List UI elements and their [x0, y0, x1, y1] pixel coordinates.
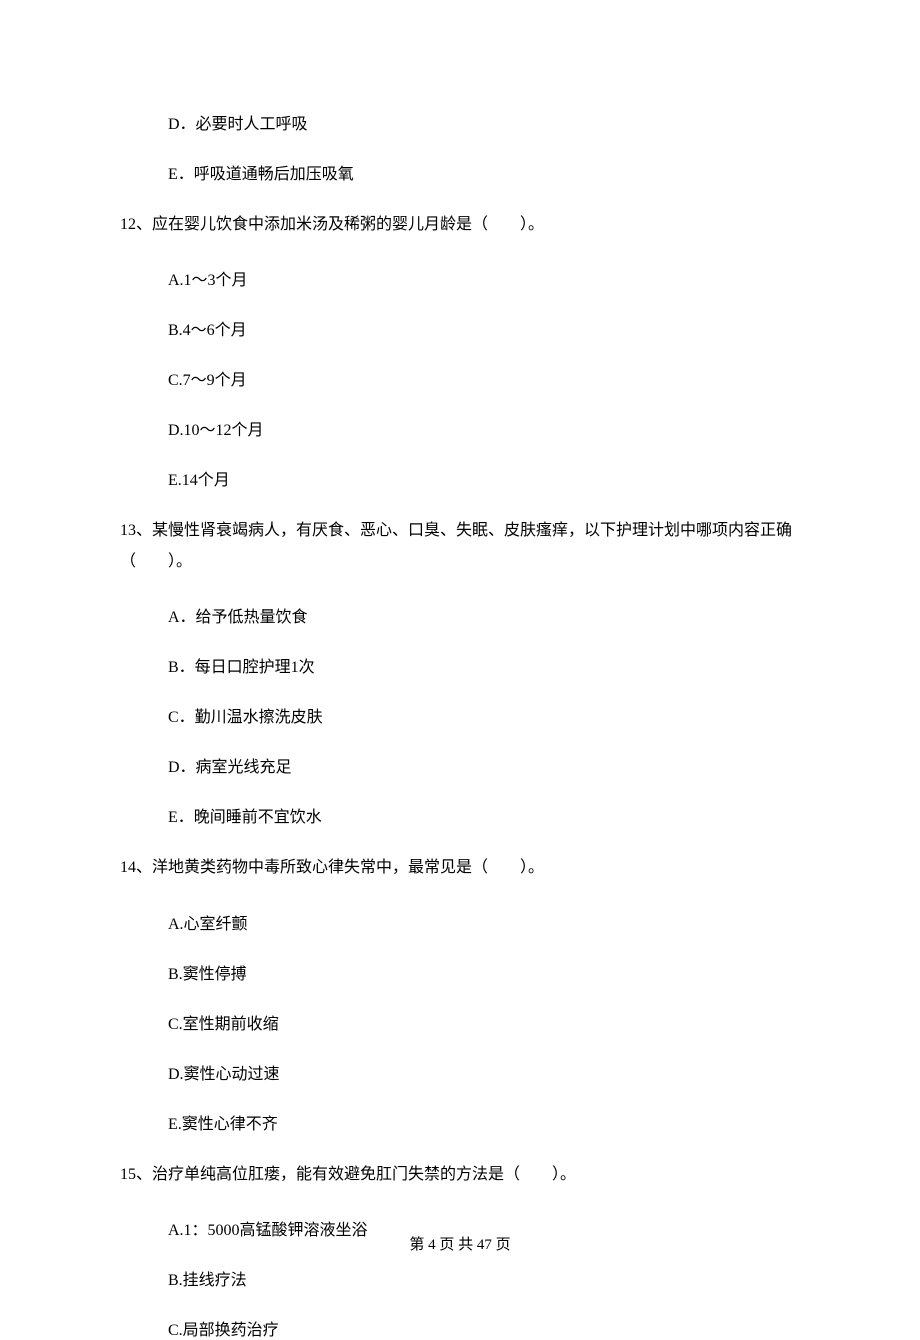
option-text: C．勤川温水擦洗皮肤	[120, 703, 800, 727]
option-text: C.7～9个月	[120, 366, 800, 390]
option-text: E.窦性心律不齐	[120, 1110, 800, 1134]
question-text: 12、应在婴儿饮食中添加米汤及稀粥的婴儿月龄是（ ）。	[120, 210, 800, 240]
option-text: D．病室光线充足	[120, 753, 800, 777]
option-text: A．给予低热量饮食	[120, 603, 800, 627]
option-text: E．呼吸道通畅后加压吸氧	[120, 160, 800, 184]
option-text: B.窦性停搏	[120, 960, 800, 984]
option-text: E.14个月	[120, 466, 800, 490]
question-text: 14、洋地黄类药物中毒所致心律失常中，最常见是（ ）。	[120, 853, 800, 883]
option-text: B.4～6个月	[120, 316, 800, 340]
option-text: B．每日口腔护理1次	[120, 653, 800, 677]
page-footer: 第 4 页 共 47 页	[0, 1233, 920, 1254]
option-text: C.局部换药治疗	[120, 1316, 800, 1340]
option-text: E．晚间睡前不宜饮水	[120, 803, 800, 827]
option-text: D.窦性心动过速	[120, 1060, 800, 1084]
option-text: B.挂线疗法	[120, 1266, 800, 1290]
question-text: 15、治疗单纯高位肛瘘，能有效避免肛门失禁的方法是（ ）。	[120, 1160, 800, 1190]
option-text: A.1～3个月	[120, 266, 800, 290]
question-text: 13、某慢性肾衰竭病人，有厌食、恶心、口臭、失眠、皮肤瘙痒，以下护理计划中哪项内…	[120, 516, 800, 577]
page-content: D．必要时人工呼吸 E．呼吸道通畅后加压吸氧 12、应在婴儿饮食中添加米汤及稀粥的婴…	[0, 0, 920, 1340]
option-text: C.室性期前收缩	[120, 1010, 800, 1034]
option-text: A.心室纤颤	[120, 910, 800, 934]
option-text: D．必要时人工呼吸	[120, 110, 800, 134]
option-text: D.10～12个月	[120, 416, 800, 440]
